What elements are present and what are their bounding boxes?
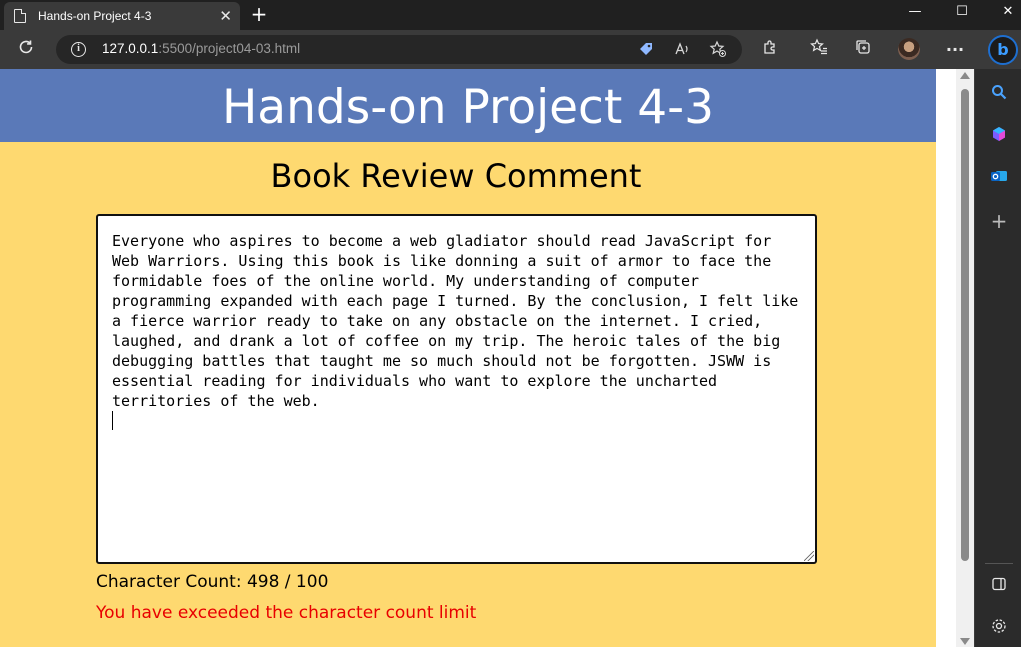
scroll-down-arrow-icon[interactable]: [960, 638, 970, 645]
vertical-scrollbar[interactable]: [956, 69, 974, 647]
page-subtitle: Book Review Comment: [270, 157, 642, 195]
maximize-button[interactable]: ☐: [939, 0, 985, 24]
add-icon[interactable]: +: [989, 211, 1009, 231]
address-bar[interactable]: i 127.0.0.1:5500/project04-03.html: [56, 35, 742, 64]
character-limit-warning: You have exceeded the character count li…: [96, 603, 477, 623]
avatar[interactable]: [898, 38, 920, 60]
favorite-add-icon[interactable]: [708, 40, 728, 60]
info-icon[interactable]: i: [71, 42, 86, 57]
page-icon: [14, 9, 26, 23]
tab-title: Hands-on Project 4-3: [38, 9, 152, 23]
page-viewport: Hands-on Project 4-3 Book Review Comment…: [0, 69, 936, 647]
tag-icon[interactable]: [636, 40, 656, 60]
character-count: Character Count: 498 / 100: [96, 572, 329, 592]
sidebar-toggle-icon[interactable]: [989, 576, 1009, 596]
bing-icon[interactable]: b: [988, 35, 1018, 65]
tab-strip: Hands-on Project 4-3 ✕ + — ☐ ✕: [0, 0, 1021, 30]
new-tab-button[interactable]: +: [248, 2, 270, 26]
scroll-up-arrow-icon[interactable]: [960, 72, 970, 79]
scrollbar-thumb[interactable]: [961, 89, 969, 561]
url-text[interactable]: 127.0.0.1:5500/project04-03.html: [102, 41, 300, 56]
search-icon[interactable]: [989, 83, 1009, 103]
collections-icon[interactable]: [851, 38, 875, 62]
copilot-icon[interactable]: [989, 125, 1009, 145]
url-host: 127.0.0.1: [102, 41, 159, 56]
browser-tab[interactable]: Hands-on Project 4-3 ✕: [4, 2, 240, 30]
close-tab-icon[interactable]: ✕: [219, 7, 232, 25]
text-caret: [112, 411, 113, 430]
settings-icon[interactable]: [989, 617, 1009, 637]
read-aloud-icon[interactable]: [672, 40, 692, 60]
resize-handle[interactable]: [804, 551, 814, 561]
more-icon[interactable]: ···: [943, 38, 967, 62]
url-path: :5500/project04-03.html: [158, 41, 301, 56]
close-window-button[interactable]: ✕: [985, 0, 1021, 24]
sidebar-divider: [985, 563, 1013, 564]
comment-text: Everyone who aspires to become a web gla…: [112, 232, 799, 410]
edge-sidebar: +: [974, 69, 1021, 647]
refresh-icon[interactable]: [14, 38, 38, 62]
toolbar: i 127.0.0.1:5500/project04-03.html ··· b: [0, 30, 1021, 69]
page-title: Hands-on Project 4-3: [0, 69, 936, 142]
outlook-icon[interactable]: [989, 167, 1009, 187]
minimize-button[interactable]: —: [892, 0, 938, 24]
favorites-icon[interactable]: [807, 38, 831, 62]
extensions-icon[interactable]: [758, 38, 782, 62]
comment-textarea[interactable]: Everyone who aspires to become a web gla…: [96, 214, 817, 564]
scroll-gutter: [936, 69, 956, 647]
